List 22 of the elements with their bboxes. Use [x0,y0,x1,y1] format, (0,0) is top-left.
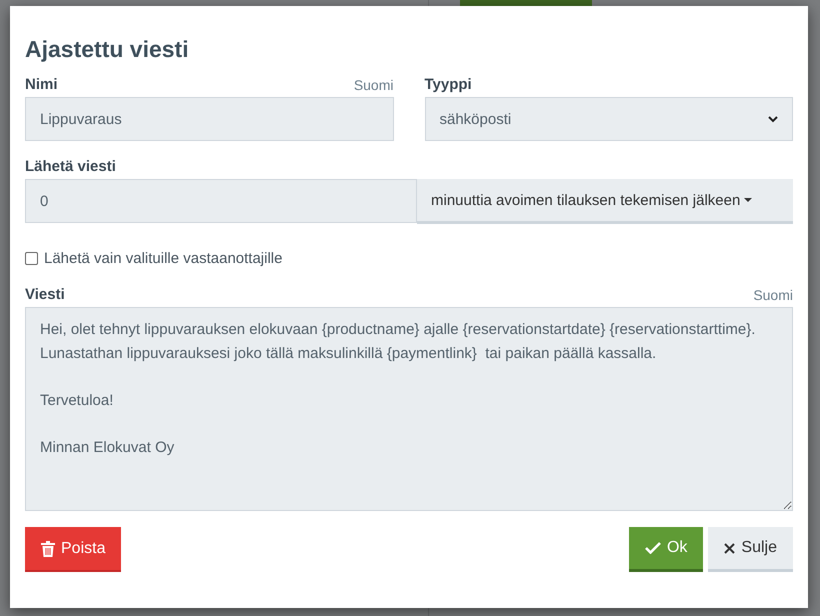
check-icon [644,542,661,554]
field-label: Viesti [25,286,65,303]
dialog-title: Ajastettu viesti [25,36,190,63]
name-input[interactable]: Lippuvaraus [25,97,394,141]
delete-button[interactable]: Poista [25,527,122,572]
checkbox-label: Lähetä vain valituille vastaanottajille [44,250,282,267]
caret-icon [744,198,752,202]
language-label: Suomi [753,287,793,303]
language-label: Suomi [354,77,394,93]
unit-dropdown[interactable]: minuuttia avoimen tilauksen tekemisen jälkeen [417,179,793,224]
checkbox[interactable] [25,252,38,265]
close-icon [724,542,736,554]
field-label: Lähetä viesti [25,158,116,175]
type-select[interactable]: sähköposti [424,97,793,141]
delay-input[interactable]: 0 [25,179,417,223]
close-button[interactable]: Sulje [708,527,793,572]
message-textarea[interactable]: Hei, olet tehnyt lippuvarauksen elokuvaan {productname} ajalle {reservationstartdate} {reservationstarttime}. Lunastathan lippuvarauksesi joko tällä maksulinkillä {paymentlink} tai paikan päällä kassalla. Tervetuloa! Minnan Elokuvat Oy [25,307,793,511]
field-label: Nimi [25,76,58,93]
field-label: Tyyppi [424,76,472,93]
ok-button[interactable]: Ok [628,527,704,572]
chevron-down-icon [768,116,778,122]
trash-icon [41,540,55,556]
